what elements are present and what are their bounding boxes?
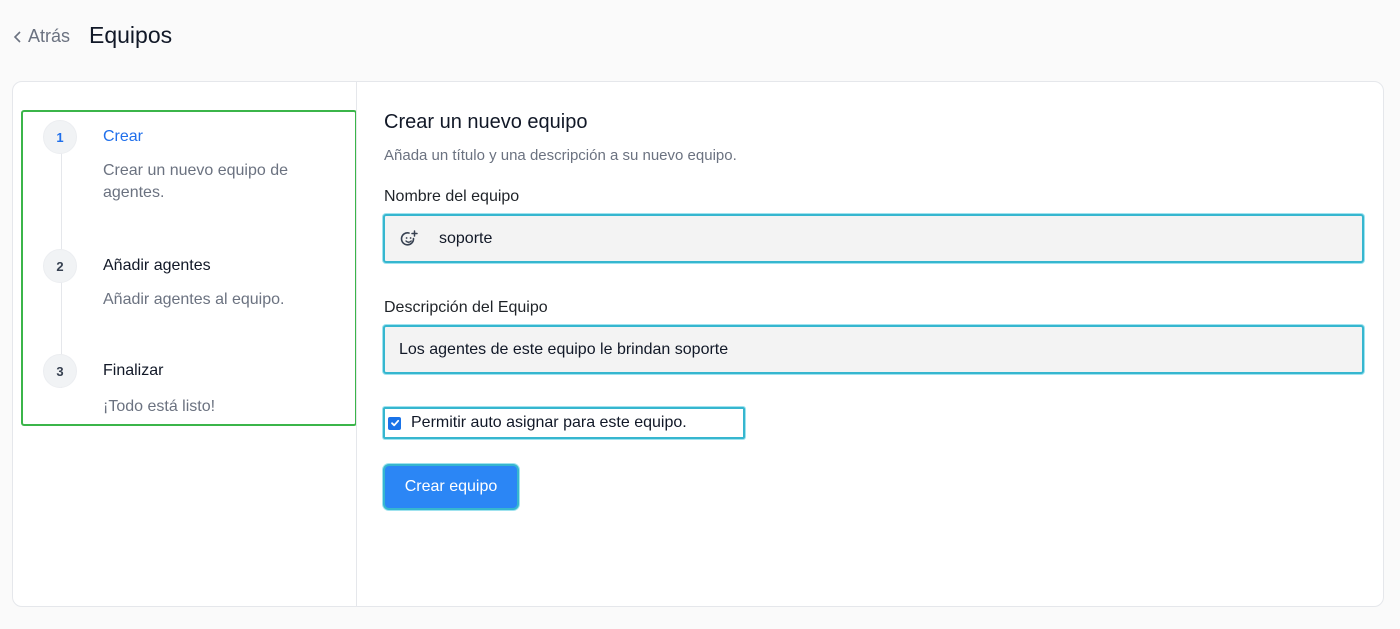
team-name-value: soporte [439, 229, 493, 247]
step-title: Añadir agentes [103, 257, 211, 274]
back-label: Atrás [28, 26, 71, 46]
wizard-steps: 1 Crear Crear un nuevo equipo de agentes… [21, 110, 357, 426]
team-name-label: Nombre del equipo [384, 188, 520, 205]
page-title: Equipos [89, 22, 173, 48]
team-description-value: Los agentes de este equipo le brindan so… [399, 340, 729, 358]
auto-assign-checkbox[interactable] [388, 416, 401, 430]
auto-assign-option[interactable]: Permitir auto asignar para este equipo. [383, 407, 745, 439]
panel-divider [356, 82, 357, 606]
step-number: 2 [43, 249, 77, 283]
step-description: ¡Todo está listo! [103, 398, 216, 415]
step-title: Crear [103, 128, 144, 145]
create-team-button[interactable]: Crear equipo [383, 464, 519, 510]
form-subtitle: Añada un título y una descripción a su n… [384, 147, 737, 164]
step-number: 1 [43, 120, 77, 154]
checkmark-icon [390, 419, 399, 427]
step-number: 3 [43, 354, 77, 388]
page-header: Atrás Equipos [0, 0, 1400, 80]
emoji-add-icon[interactable] [399, 229, 419, 249]
chevron-left-icon [13, 30, 21, 43]
step-title: Finalizar [103, 362, 164, 379]
step-description: Crear un nuevo equipo de agentes. [103, 162, 289, 201]
form-title: Crear un nuevo equipo [384, 111, 588, 133]
auto-assign-label: Permitir auto asignar para este equipo. [411, 414, 687, 431]
team-description-input[interactable]: Los agentes de este equipo le brindan so… [383, 325, 1364, 374]
team-wizard-card: 1 Crear Crear un nuevo equipo de agentes… [12, 81, 1384, 607]
team-name-input[interactable]: soporte [383, 214, 1364, 263]
step-description: Añadir agentes al equipo. [103, 291, 285, 308]
back-button[interactable]: Atrás [12, 26, 70, 47]
team-description-label: Descripción del Equipo [384, 299, 548, 316]
